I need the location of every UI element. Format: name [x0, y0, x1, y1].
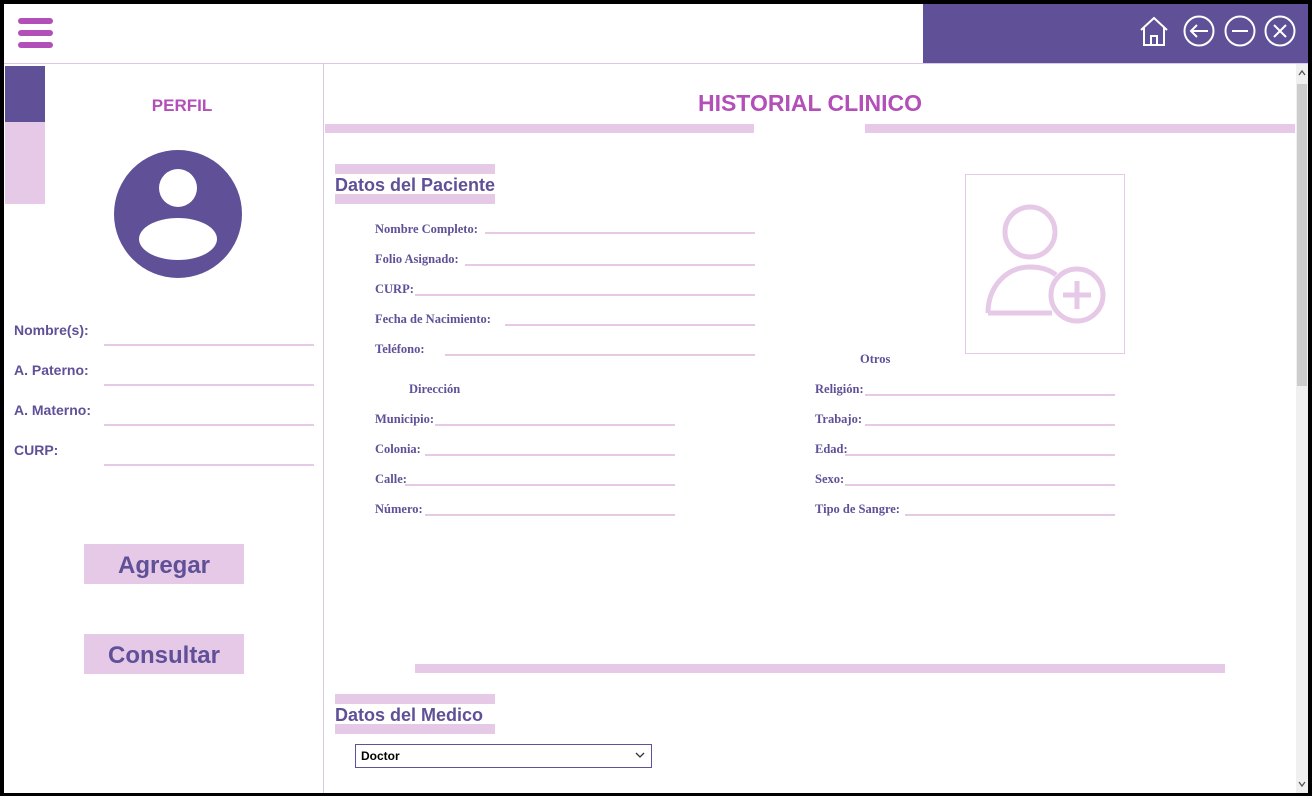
- maternal-surname-label: A. Materno:: [14, 402, 91, 418]
- scrollbar-thumb[interactable]: [1297, 84, 1307, 386]
- phone-label: Teléfono:: [375, 342, 425, 356]
- minimize-icon[interactable]: [1224, 15, 1256, 47]
- sidebar-tab-active[interactable]: [5, 66, 45, 122]
- app-window: PERFIL Nombre(s): A. Paterno: A. Materno…: [4, 4, 1308, 793]
- job-field[interactable]: [865, 424, 1115, 426]
- religion-field[interactable]: [865, 394, 1115, 396]
- birthdate-field[interactable]: [505, 324, 755, 326]
- full-name-field[interactable]: [485, 232, 755, 234]
- folio-field[interactable]: [465, 264, 755, 266]
- window-controls-bar: [923, 4, 1308, 63]
- number-field[interactable]: [425, 514, 675, 516]
- profile-sidebar: PERFIL Nombre(s): A. Paterno: A. Materno…: [4, 64, 324, 793]
- doctor-section-title: Datos del Medico: [335, 705, 484, 725]
- main-content: HISTORIAL CLINICO Datos del Paciente Nom…: [324, 64, 1296, 793]
- paternal-surname-label: A. Paterno:: [14, 362, 89, 378]
- profile-title: PERFIL: [151, 96, 213, 115]
- sidebar-tab[interactable]: [5, 122, 45, 204]
- street-label: Calle:: [375, 472, 407, 486]
- number-label: Número:: [375, 502, 423, 516]
- home-icon[interactable]: [1138, 15, 1170, 47]
- street-field[interactable]: [405, 484, 675, 486]
- job-label: Trabajo:: [815, 412, 862, 426]
- age-field[interactable]: [845, 454, 1115, 456]
- age-label: Edad:: [815, 442, 848, 456]
- title-underline-right: [865, 124, 1295, 133]
- sex-label: Sexo:: [815, 472, 845, 486]
- patient-section-title: Datos del Paciente: [335, 175, 496, 195]
- add-button[interactable]: Agregar: [84, 544, 244, 584]
- scroll-up-icon[interactable]: [1298, 69, 1306, 77]
- add-user-icon: [985, 204, 1106, 324]
- municipality-field[interactable]: [435, 424, 675, 426]
- first-name-field[interactable]: [104, 344, 314, 346]
- scroll-down-icon[interactable]: [1298, 780, 1306, 788]
- colony-label: Colonia:: [375, 442, 421, 456]
- curp-field[interactable]: [104, 464, 314, 466]
- search-button[interactable]: Consultar: [84, 634, 244, 674]
- patient-curp-field[interactable]: [415, 294, 755, 296]
- municipality-label: Municipio:: [375, 412, 435, 426]
- back-arrow-icon[interactable]: [1183, 15, 1215, 47]
- maternal-surname-field[interactable]: [104, 424, 314, 426]
- paternal-surname-field[interactable]: [104, 384, 314, 386]
- chevron-down-icon: [635, 752, 645, 758]
- phone-field[interactable]: [445, 354, 755, 356]
- section-divider: [415, 664, 1225, 673]
- other-title: Otros: [860, 352, 891, 366]
- vertical-scrollbar[interactable]: [1296, 64, 1308, 793]
- top-bar: [4, 4, 1308, 63]
- patient-curp-label: CURP:: [375, 282, 414, 296]
- curp-label: CURP:: [14, 442, 59, 458]
- title-underline-left: [325, 124, 754, 133]
- doctor-select[interactable]: Doctor: [355, 744, 652, 768]
- close-icon[interactable]: [1264, 15, 1296, 47]
- religion-label: Religión:: [815, 382, 864, 396]
- first-name-label: Nombre(s):: [14, 322, 89, 338]
- birthdate-label: Fecha de Nacimiento:: [375, 312, 491, 326]
- blood-type-label: Tipo de Sangre:: [815, 502, 900, 516]
- full-name-label: Nombre Completo:: [375, 222, 478, 236]
- blood-type-field[interactable]: [905, 514, 1115, 516]
- address-title: Dirección: [409, 382, 461, 396]
- colony-field[interactable]: [425, 454, 675, 456]
- sex-field[interactable]: [845, 484, 1115, 486]
- avatar-icon: [114, 150, 242, 278]
- folio-label: Folio Asignado:: [375, 252, 459, 266]
- patient-photo-upload[interactable]: [965, 174, 1125, 354]
- page-title: HISTORIAL CLINICO: [697, 90, 923, 116]
- doctor-select-value: Doctor: [361, 749, 400, 763]
- menu-icon[interactable]: [18, 16, 54, 50]
